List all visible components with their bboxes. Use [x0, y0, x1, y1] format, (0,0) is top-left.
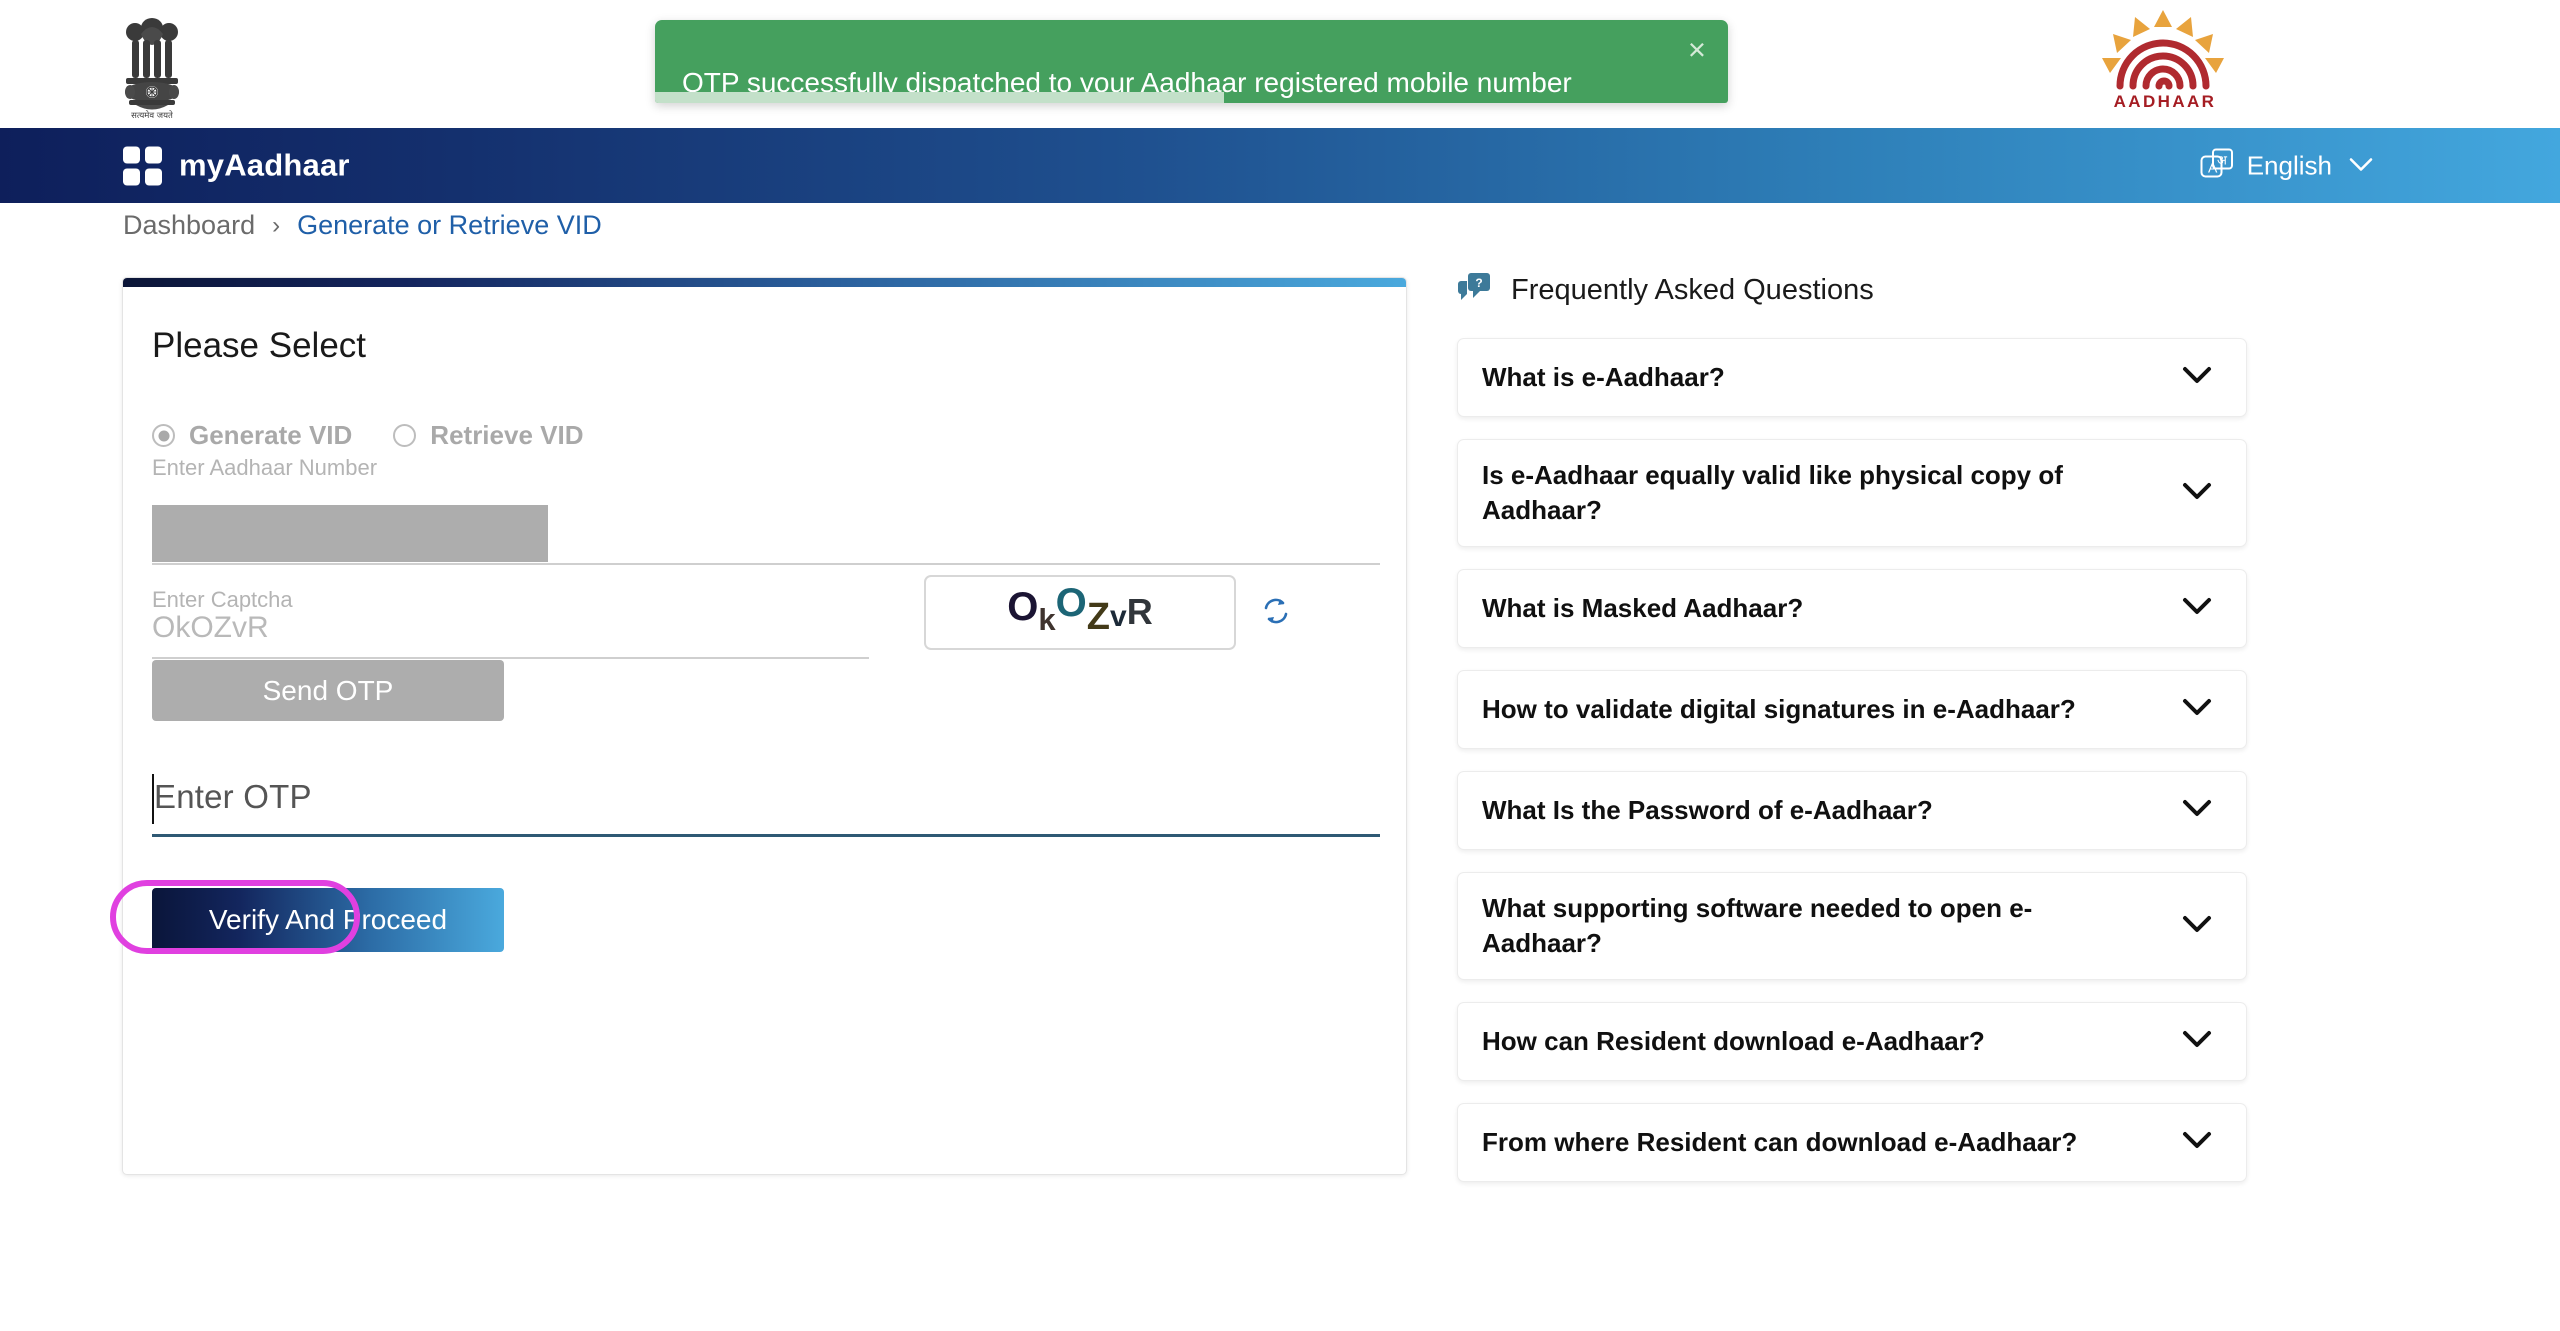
radio-generate-vid-label: Generate VID — [189, 420, 353, 450]
faq-question: What Is the Password of e-Aadhaar? — [1482, 795, 1933, 826]
breadcrumb: Dashboard › Generate or Retrieve VID — [123, 210, 602, 241]
vid-mode-radio-group: Generate VID Retrieve VID — [152, 420, 583, 451]
aadhaar-number-underline — [152, 563, 1380, 565]
captcha-input[interactable]: OkOZvR — [152, 611, 269, 645]
chevron-down-icon[interactable] — [2181, 365, 2213, 390]
brand-myaadhaar[interactable]: myAadhaar — [123, 146, 350, 185]
faq-question: How can Resident download e-Aadhaar? — [1482, 1026, 1985, 1057]
chevron-down-icon[interactable] — [2181, 1029, 2213, 1054]
breadcrumb-separator: › — [272, 211, 281, 239]
radio-generate-vid-dot — [152, 424, 175, 447]
faq-list: What is e-Aadhaar? Is e-Aadhaar equally v… — [1457, 338, 2247, 1183]
faq-item[interactable]: What is Masked Aadhaar? — [1457, 569, 2247, 649]
otp-underline — [152, 834, 1380, 837]
captcha-char-2: k — [1038, 601, 1056, 637]
verify-and-proceed-button[interactable]: Verify And Proceed — [152, 888, 504, 952]
faq-question: What is Masked Aadhaar? — [1482, 593, 1804, 624]
faq-question: What supporting software needed to open … — [1482, 893, 2033, 959]
faq-item[interactable]: How to validate digital signatures in e-… — [1457, 670, 2247, 750]
main-navbar: myAadhaar A अ English — [0, 128, 2560, 203]
faq-panel: ? Frequently Asked Questions What is e-A… — [1457, 272, 2247, 1204]
india-national-emblem: सत्यमेव जयते — [112, 5, 192, 120]
faq-header: ? Frequently Asked Questions — [1457, 272, 2247, 309]
chevron-down-icon[interactable] — [2181, 481, 2213, 506]
captcha-underline — [152, 657, 869, 659]
captcha-char-4: Z — [1086, 596, 1111, 638]
language-selector[interactable]: A अ English — [2200, 147, 2374, 184]
faq-item[interactable]: From where Resident can download e-Aadha… — [1457, 1103, 2247, 1183]
radio-generate-vid[interactable]: Generate VID — [152, 420, 352, 451]
faq-item[interactable]: Is e-Aadhaar equally valid like physical… — [1457, 439, 2247, 548]
breadcrumb-dashboard[interactable]: Dashboard — [123, 210, 255, 241]
close-icon[interactable]: × — [1688, 34, 1706, 65]
radio-retrieve-vid-dot — [393, 424, 417, 447]
brand-label: myAadhaar — [179, 147, 350, 183]
faq-item[interactable]: How can Resident download e-Aadhaar? — [1457, 1002, 2247, 1082]
svg-text:अ: अ — [2217, 153, 2228, 168]
captcha-char-1: O — [1007, 585, 1039, 629]
otp-input-placeholder: Enter OTP — [154, 778, 312, 815]
chevron-down-icon[interactable] — [2181, 914, 2213, 939]
toast-notification: OTP successfully dispatched to your Aadh… — [655, 20, 1728, 103]
captcha-char-6: R — [1126, 590, 1153, 632]
aadhaar-logo-text: AADHAAR — [2113, 92, 2217, 111]
captcha-label: Enter Captcha — [152, 587, 293, 612]
grid-logo-icon — [123, 146, 162, 185]
captcha-image: OkOZvR — [924, 575, 1236, 650]
aadhaar-number-redaction — [152, 505, 548, 562]
faq-item[interactable]: What Is the Password of e-Aadhaar? — [1457, 771, 2247, 851]
language-label: English — [2246, 150, 2332, 180]
aadhaar-number-label: Enter Aadhaar Number — [152, 455, 378, 480]
send-otp-button[interactable]: Send OTP — [152, 660, 504, 721]
captcha-char-5: v — [1110, 599, 1127, 633]
vid-form-card: Please Select Generate VID Retrieve VID … — [122, 277, 1407, 1175]
translate-icon: A अ — [2200, 147, 2234, 184]
chevron-down-icon[interactable] — [2181, 798, 2213, 823]
fingerprint-icon — [2116, 39, 2210, 90]
page-title: Please Select — [152, 326, 367, 365]
chevron-down-icon[interactable] — [2181, 596, 2213, 621]
card-accent-line — [123, 278, 1406, 287]
svg-text:?: ? — [1475, 276, 1482, 290]
captcha-char-3: O — [1055, 581, 1087, 625]
toast-progress-bar — [655, 92, 1224, 103]
chevron-down-icon[interactable] — [2181, 1130, 2213, 1155]
aadhaar-number-field[interactable]: Enter Aadhaar Number — [152, 455, 1380, 481]
breadcrumb-current[interactable]: Generate or Retrieve VID — [297, 210, 602, 241]
faq-title: Frequently Asked Questions — [1511, 274, 1874, 306]
chevron-down-icon[interactable] — [2181, 697, 2213, 722]
radio-retrieve-vid-label: Retrieve VID — [430, 420, 584, 450]
emblem-motto: सत्यमेव जयते — [131, 110, 173, 120]
faq-question: Is e-Aadhaar equally valid like physical… — [1482, 460, 2063, 526]
faq-question: How to validate digital signatures in e-… — [1482, 694, 2076, 725]
question-bubble-icon: ? — [1457, 272, 1491, 309]
chevron-down-icon — [2348, 155, 2374, 177]
aadhaar-logo: AADHAAR — [2080, 8, 2250, 120]
faq-item[interactable]: What is e-Aadhaar? — [1457, 338, 2247, 417]
refresh-icon[interactable] — [1258, 593, 1294, 629]
faq-question: From where Resident can download e-Aadha… — [1482, 1127, 2078, 1158]
faq-item[interactable]: What supporting software needed to open … — [1457, 872, 2247, 981]
faq-question: What is e-Aadhaar? — [1482, 361, 1725, 392]
radio-retrieve-vid[interactable]: Retrieve VID — [393, 420, 583, 451]
